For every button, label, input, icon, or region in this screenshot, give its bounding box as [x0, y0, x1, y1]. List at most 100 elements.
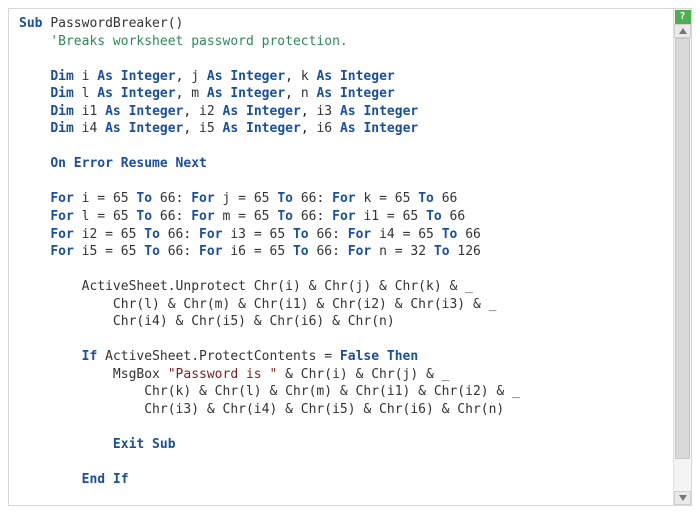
for-kw: For	[332, 191, 355, 206]
var-i: i	[82, 69, 90, 84]
type-int: Integer	[230, 69, 285, 84]
as-kw: As	[105, 121, 121, 136]
type-int: Integer	[246, 121, 301, 136]
type-int: Integer	[121, 86, 176, 101]
eq: =	[246, 244, 269, 259]
var-k: k	[301, 69, 309, 84]
num: 66	[160, 209, 176, 224]
false-kw: False	[340, 349, 379, 364]
for-kw: For	[199, 227, 222, 242]
msg-l3: Chr(i3) & Chr(i4) & Chr(i5) & Chr(i6) & …	[144, 402, 504, 417]
num: 66	[301, 191, 317, 206]
to-kw: To	[277, 191, 293, 206]
var-i2: i2	[199, 104, 215, 119]
as-kw: As	[105, 104, 121, 119]
for-kw: For	[348, 244, 371, 259]
var-i1: i1	[363, 209, 379, 224]
var-n: n	[301, 86, 309, 101]
var-i3: i3	[230, 227, 246, 242]
colon: :	[183, 244, 199, 259]
num: 65	[113, 209, 129, 224]
to-kw: To	[144, 244, 160, 259]
var-m: m	[191, 86, 199, 101]
var-i3: i3	[316, 104, 332, 119]
for-kw: For	[332, 209, 355, 224]
help-button[interactable]: ?	[675, 10, 691, 24]
type-int: Integer	[230, 86, 285, 101]
num: 65	[121, 227, 137, 242]
num: 65	[121, 244, 137, 259]
sub-name: PasswordBreaker	[50, 16, 167, 31]
dim-kw: Dim	[50, 86, 73, 101]
scroll-up-button[interactable]	[674, 24, 691, 38]
var-l: l	[82, 86, 90, 101]
as-kw: As	[340, 104, 356, 119]
to-kw: To	[418, 191, 434, 206]
msg-tail: & Chr(i) & Chr(j) & _	[277, 367, 449, 382]
end-if: End If	[82, 472, 129, 487]
num: 32	[410, 244, 426, 259]
as-kw: As	[316, 86, 332, 101]
to-kw: To	[136, 191, 152, 206]
var-i1: i1	[82, 104, 98, 119]
unprotect-line3: Chr(i4) & Chr(i5) & Chr(i6) & Chr(n)	[113, 314, 395, 329]
colon: :	[316, 191, 332, 206]
dim-kw: Dim	[50, 104, 73, 119]
to-kw: To	[136, 209, 152, 224]
num: 66	[160, 191, 176, 206]
as-kw: As	[316, 69, 332, 84]
msg-l2: Chr(k) & Chr(l) & Chr(m) & Chr(i1) & Chr…	[144, 384, 520, 399]
type-int: Integer	[129, 121, 184, 136]
num: 65	[113, 191, 129, 206]
eq: =	[371, 191, 394, 206]
as-kw: As	[97, 69, 113, 84]
chevron-up-icon	[679, 28, 687, 34]
to-kw: To	[293, 227, 309, 242]
as-kw: As	[223, 104, 239, 119]
for-kw: For	[191, 191, 214, 206]
num: 65	[418, 227, 434, 242]
num: 65	[403, 209, 419, 224]
num: 65	[270, 244, 286, 259]
colon: :	[332, 244, 348, 259]
then-kw: Then	[387, 349, 418, 364]
type-int: Integer	[246, 104, 301, 119]
code-text[interactable]: Sub PasswordBreaker() 'Breaks worksheet …	[9, 9, 673, 505]
editor-body: Sub PasswordBreaker() 'Breaks worksheet …	[9, 9, 691, 505]
exit-sub: Exit Sub	[113, 437, 176, 452]
var-i6: i6	[316, 121, 332, 136]
eq: =	[246, 227, 269, 242]
var-j: j	[191, 69, 199, 84]
sub-keyword: Sub	[19, 16, 42, 31]
num: 66	[465, 227, 481, 242]
for-kw: For	[50, 191, 73, 206]
scroll-down-button[interactable]	[674, 491, 691, 505]
var-i5: i5	[199, 121, 215, 136]
type-int: Integer	[340, 86, 395, 101]
scrollbar-track[interactable]	[674, 38, 691, 491]
to-kw: To	[426, 209, 442, 224]
eq: =	[395, 227, 418, 242]
as-kw: As	[207, 86, 223, 101]
num: 66	[316, 244, 332, 259]
eq: =	[230, 191, 253, 206]
type-int: Integer	[363, 121, 418, 136]
right-gutter: ?	[673, 9, 691, 505]
unprotect-line2: Chr(l) & Chr(m) & Chr(i1) & Chr(i2) & Ch…	[113, 297, 497, 312]
num: 66	[168, 227, 184, 242]
type-int: Integer	[340, 69, 395, 84]
chevron-down-icon	[679, 495, 687, 501]
var-i5: i5	[82, 244, 98, 259]
parens: ()	[168, 16, 184, 31]
type-int: Integer	[363, 104, 418, 119]
var-n: n	[379, 244, 387, 259]
dim-kw: Dim	[50, 69, 73, 84]
unprotect-line1: ActiveSheet.Unprotect Chr(i) & Chr(j) & …	[82, 279, 473, 294]
scrollbar-thumb[interactable]	[675, 38, 690, 459]
eq: =	[89, 191, 112, 206]
for-kw: For	[50, 227, 73, 242]
to-kw: To	[442, 227, 458, 242]
as-kw: As	[97, 86, 113, 101]
var-i4: i4	[379, 227, 395, 242]
num: 65	[395, 191, 411, 206]
